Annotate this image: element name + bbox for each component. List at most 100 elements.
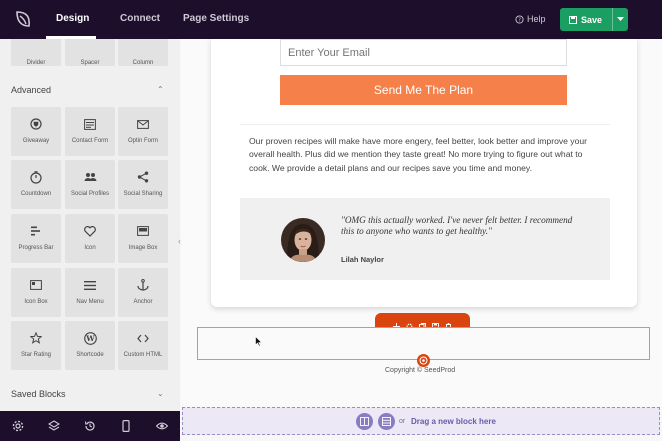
block-giveaway[interactable]: Giveaway [11, 107, 61, 156]
block-icon-box[interactable]: Icon Box [11, 268, 61, 317]
floppy-disk-icon [569, 15, 577, 24]
share-icon [137, 171, 149, 183]
block-label: Icon Box [24, 299, 48, 305]
block-social-sharing[interactable]: Social Sharing [118, 160, 168, 209]
block-label: Giveaway [22, 138, 50, 144]
save-options-toggle[interactable] [612, 8, 628, 31]
block-label: Countdown [20, 191, 52, 197]
block-nav-menu[interactable]: Nav Menu [65, 268, 115, 317]
svg-text:?: ? [518, 17, 521, 23]
testimonial-author: Lilah Naylor [341, 255, 384, 264]
block-label: Contact Form [71, 138, 109, 144]
block-label: Optin Form [127, 138, 158, 144]
top-bar: Design Connect Page Settings ? Help Save [0, 0, 662, 39]
sidebar-footer [0, 411, 180, 441]
block-star-rating[interactable]: Star Rating [11, 321, 61, 370]
block-spacer[interactable]: Spacer [65, 39, 115, 66]
block-label: Spacer [80, 60, 100, 66]
add-row-button[interactable] [417, 354, 430, 367]
block-countdown[interactable]: Countdown [11, 160, 61, 209]
image-box-icon [137, 226, 149, 236]
save-block-icon[interactable] [432, 317, 439, 330]
history-icon[interactable] [84, 420, 96, 432]
block-divider[interactable]: Divider [11, 39, 61, 66]
svg-text:W: W [85, 334, 95, 343]
help-label: Help [527, 14, 546, 24]
block-shortcode[interactable]: W Shortcode [65, 321, 115, 370]
save-button-group: Save [560, 8, 628, 31]
add-section-button[interactable] [356, 413, 373, 430]
mouse-cursor-icon [255, 336, 263, 347]
icon-box-icon [30, 280, 42, 290]
save-button[interactable]: Save [560, 8, 612, 31]
settings-icon[interactable] [406, 317, 413, 329]
contact-form-icon [84, 118, 96, 130]
gear-icon[interactable] [12, 420, 24, 432]
block-contact-form[interactable]: Contact Form [65, 107, 115, 156]
add-template-button[interactable] [378, 413, 395, 430]
avatar-photo [281, 218, 325, 262]
duplicate-icon[interactable] [419, 317, 426, 330]
tab-design[interactable]: Design [56, 13, 89, 24]
block-label: Shortcode [76, 352, 104, 358]
block-anchor[interactable]: Anchor [118, 268, 168, 317]
testimonial-quote: "OMG this actually worked. I've never fe… [341, 215, 573, 236]
advanced-section-title[interactable]: Advanced [11, 85, 51, 95]
chevron-down-icon[interactable]: ⌄ [157, 389, 164, 398]
block-label: Column [132, 60, 154, 66]
star-icon [30, 332, 42, 344]
add-circle-icon [419, 356, 428, 365]
block-label: Anchor [133, 299, 153, 305]
email-input[interactable] [280, 39, 567, 66]
help-icon: ? [515, 14, 524, 23]
block-image-box[interactable]: Image Box [118, 214, 168, 263]
layers-icon[interactable] [48, 420, 60, 432]
tab-page-settings[interactable]: Page Settings [183, 13, 249, 24]
envelope-icon [137, 119, 149, 129]
code-icon [137, 334, 149, 342]
block-label: Custom HTML [123, 352, 163, 358]
tab-connect[interactable]: Connect [120, 13, 160, 24]
section-toolbar [375, 313, 470, 330]
drop-zone[interactable]: or Drag a new block here [182, 407, 660, 435]
divider [240, 124, 610, 125]
menu-icon [84, 280, 96, 290]
collapse-sidebar-icon[interactable]: ‹ [178, 236, 181, 246]
save-label: Save [581, 14, 603, 25]
block-label: Progress Bar [18, 245, 54, 251]
eye-icon[interactable] [156, 420, 168, 432]
description-text[interactable]: Our proven recipes will make have more e… [249, 135, 599, 175]
block-label: Social Profiles [70, 191, 109, 197]
template-icon [382, 417, 391, 426]
block-label: Nav Menu [76, 299, 104, 305]
anchor-icon [137, 279, 149, 291]
chevron-up-icon[interactable]: ⌃ [157, 85, 164, 94]
saved-blocks-section-title[interactable]: Saved Blocks [11, 389, 66, 399]
move-icon[interactable] [393, 317, 400, 330]
mobile-preview-icon[interactable] [120, 420, 132, 432]
block-label: Image Box [128, 245, 158, 251]
blocks-sidebar: Divider Spacer Column Advanced ⌃ Giveawa… [0, 39, 180, 411]
avatar [281, 218, 325, 262]
block-custom-html[interactable]: Custom HTML [118, 321, 168, 370]
seedprod-logo-icon[interactable] [13, 9, 33, 29]
trash-icon[interactable] [445, 317, 452, 330]
dropzone-text: Drag a new block here [411, 417, 496, 426]
stopwatch-icon [30, 170, 42, 184]
block-column[interactable]: Column [118, 39, 168, 66]
block-label: Icon [84, 245, 96, 251]
social-profiles-icon [84, 173, 96, 181]
block-progress-bar[interactable]: Progress Bar [11, 214, 61, 263]
copyright-text[interactable]: Copyright © SeedProd [385, 367, 455, 374]
section-icon [360, 417, 369, 426]
block-optin-form[interactable]: Optin Form [118, 107, 168, 156]
block-icon[interactable]: Icon [65, 214, 115, 263]
block-social-profiles[interactable]: Social Profiles [65, 160, 115, 209]
caret-down-icon [617, 17, 624, 21]
progress-bar-icon [30, 226, 40, 236]
help-link[interactable]: ? Help [515, 14, 546, 24]
send-plan-button[interactable]: Send Me The Plan [280, 75, 567, 105]
heart-icon [84, 225, 96, 237]
trophy-icon [30, 118, 42, 130]
block-label: Star Rating [20, 352, 51, 358]
